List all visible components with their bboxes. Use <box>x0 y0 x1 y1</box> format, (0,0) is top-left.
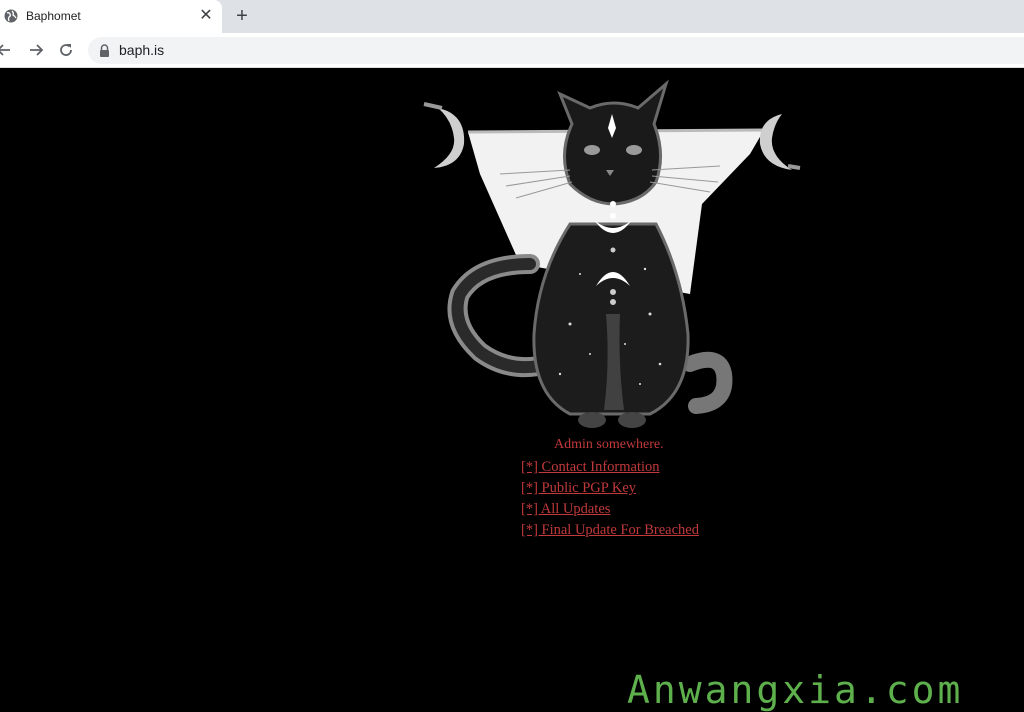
new-tab-button[interactable]: + <box>232 6 252 26</box>
page-body: Admin somewhere. [*] Contact Information… <box>0 68 1024 712</box>
lock-icon <box>100 44 109 57</box>
all-updates-link[interactable]: [*] All Updates <box>521 499 699 520</box>
contact-information-link[interactable]: [*] Contact Information <box>521 457 699 478</box>
forward-icon[interactable] <box>26 40 46 60</box>
close-icon[interactable]: ✕ <box>198 7 214 25</box>
tab-strip: Baphomet ✕ + <box>0 0 1024 33</box>
url-text[interactable]: baph.is <box>119 42 164 58</box>
browser-tab[interactable]: Baphomet ✕ <box>0 0 222 33</box>
address-bar[interactable]: baph.is <box>88 37 1024 64</box>
public-pgp-key-link[interactable]: [*] Public PGP Key <box>521 478 699 499</box>
admin-caption: Admin somewhere. <box>554 437 664 452</box>
back-icon[interactable] <box>0 40 14 60</box>
watermark-text: Anwangxia.com <box>627 668 964 712</box>
link-list: [*] Contact Information [*] Public PGP K… <box>521 457 699 541</box>
final-update-link[interactable]: [*] Final Update For Breached <box>521 520 699 541</box>
globe-icon <box>4 9 18 23</box>
reload-icon[interactable] <box>56 40 76 60</box>
cat-logo-image <box>423 79 801 428</box>
browser-toolbar: baph.is <box>0 33 1024 68</box>
tab-title: Baphomet <box>26 9 81 23</box>
